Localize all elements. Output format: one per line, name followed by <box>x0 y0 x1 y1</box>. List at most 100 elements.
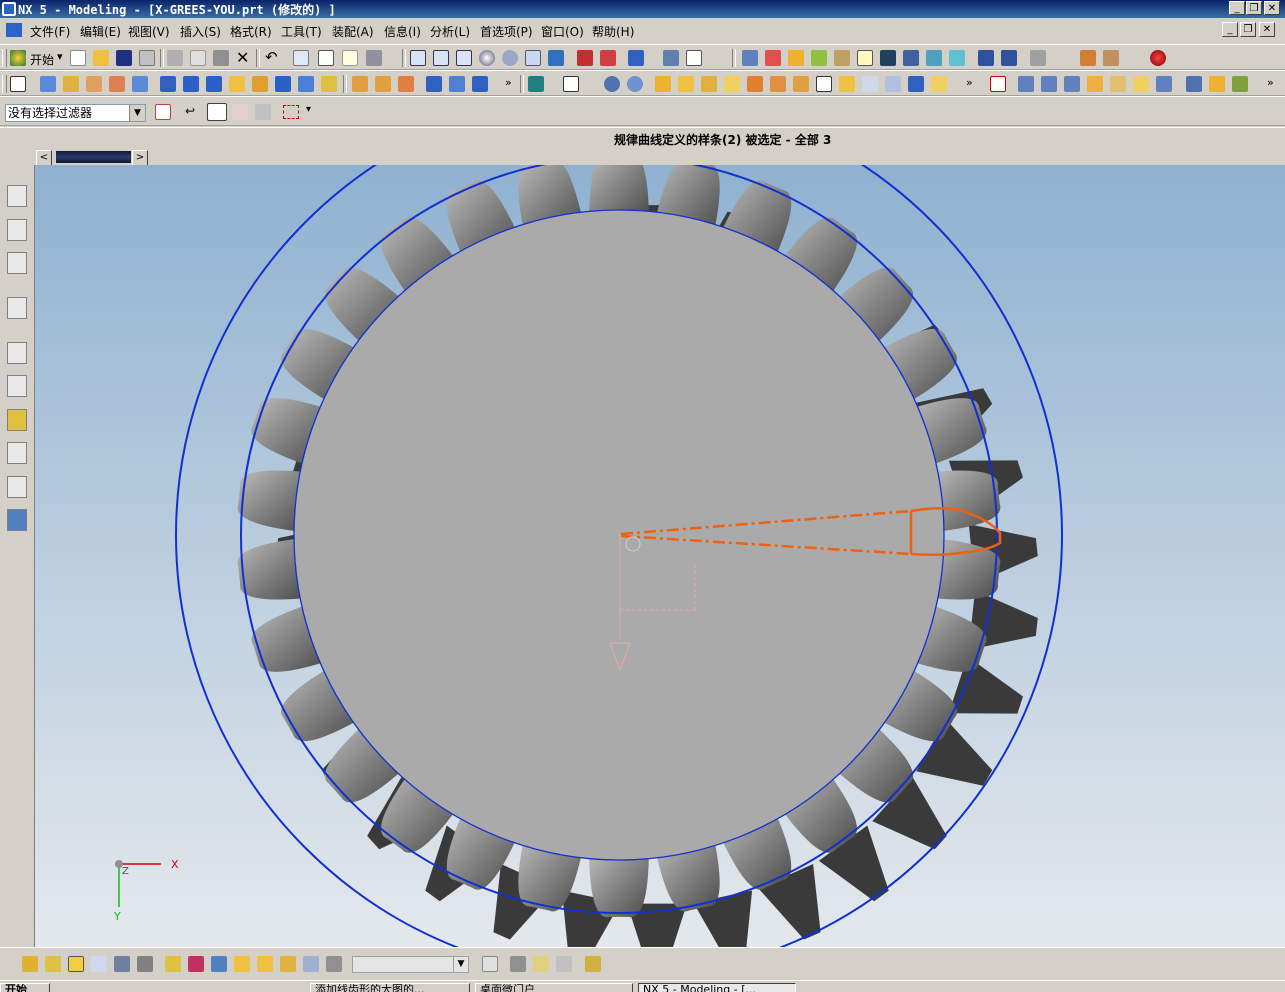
information-icon[interactable] <box>318 50 334 66</box>
snap-mid-icon[interactable] <box>257 956 273 972</box>
restore-icon[interactable]: ❐ <box>1246 1 1262 15</box>
boss-icon[interactable] <box>183 76 199 92</box>
block-icon[interactable] <box>132 76 148 92</box>
menu-tools[interactable]: 工具(T) <box>281 23 322 40</box>
project-curve-icon[interactable] <box>816 76 832 92</box>
n-sided-icon[interactable] <box>1110 76 1126 92</box>
analysis-icon[interactable] <box>926 50 942 66</box>
copy-to-layer-icon[interactable] <box>533 956 549 972</box>
bounded-plane-icon[interactable] <box>1133 76 1149 92</box>
thicken-icon[interactable] <box>1209 76 1225 92</box>
wcs-dynamics-icon[interactable] <box>45 956 61 972</box>
part-navigator-icon[interactable] <box>7 219 27 241</box>
snap-end-icon[interactable] <box>234 956 250 972</box>
studio-spline-icon[interactable] <box>701 76 717 92</box>
history-icon[interactable] <box>7 342 27 364</box>
point-constructor-icon[interactable] <box>165 956 181 972</box>
doc-restore-icon[interactable]: ❐ <box>1240 22 1256 37</box>
command-finder-icon[interactable] <box>366 50 382 66</box>
doc-close-icon[interactable]: ✕ <box>1259 22 1275 37</box>
split-body-icon[interactable] <box>449 76 465 92</box>
toolbar-more-icon-2[interactable]: » <box>966 76 973 89</box>
roles-icon[interactable] <box>7 476 27 498</box>
pocket-icon[interactable] <box>206 76 222 92</box>
chevron-down-icon[interactable]: ▼ <box>453 957 468 972</box>
gear-hub-face[interactable] <box>294 210 944 860</box>
wrap-curve-icon[interactable] <box>931 76 947 92</box>
point-set-icon[interactable] <box>627 76 643 92</box>
toolbar-more-icon-3[interactable]: » <box>1267 76 1274 89</box>
menu-help[interactable]: 帮助(H) <box>592 23 634 40</box>
move-object-icon[interactable] <box>811 50 827 66</box>
extrude-icon[interactable] <box>40 76 56 92</box>
assembly-nav-icon[interactable] <box>978 50 994 66</box>
layer-settings-icon[interactable] <box>788 50 804 66</box>
slot-icon[interactable] <box>252 76 268 92</box>
magnify-icon[interactable] <box>479 50 495 66</box>
revolve-icon[interactable] <box>63 76 79 92</box>
selection-scope-icon[interactable] <box>155 104 171 120</box>
doc-minimize-icon[interactable]: _ <box>1222 22 1238 37</box>
gear-tooth[interactable] <box>589 851 649 918</box>
perspective-icon[interactable] <box>548 50 564 66</box>
swept-surface-icon[interactable] <box>1064 76 1080 92</box>
title-bar[interactable]: NX 5 - Modeling - [X-GREES-YOU.prt (修改的)… <box>0 0 1285 18</box>
shell-icon[interactable] <box>398 76 414 92</box>
edge-blend-icon[interactable] <box>352 76 368 92</box>
fit-icon[interactable] <box>410 50 426 66</box>
layer-settings-icon[interactable] <box>482 956 498 972</box>
type-filter-select[interactable]: 没有选择过滤器 ▼ <box>5 104 146 122</box>
studio-icon[interactable] <box>880 50 896 66</box>
copy-icon[interactable] <box>190 50 206 66</box>
intersection-curve-icon[interactable] <box>839 76 855 92</box>
join-curve-icon[interactable] <box>908 76 924 92</box>
high-quality-image-icon[interactable] <box>903 50 919 66</box>
arc-icon[interactable] <box>678 76 694 92</box>
edit-object-display-icon[interactable] <box>765 50 781 66</box>
start-dropdown-icon[interactable]: ▾ <box>57 50 63 63</box>
subtract-icon[interactable] <box>321 76 337 92</box>
line-icon[interactable] <box>655 76 671 92</box>
sweep-icon[interactable] <box>86 76 102 92</box>
rotate-icon[interactable] <box>502 50 518 66</box>
unite-icon[interactable] <box>298 76 314 92</box>
section-curve-icon[interactable] <box>862 76 878 92</box>
law-curve-icon[interactable] <box>747 76 763 92</box>
show-hide-icon[interactable] <box>742 50 758 66</box>
cut-icon[interactable] <box>167 50 183 66</box>
offset-curve-icon[interactable] <box>770 76 786 92</box>
toolbar-grip[interactable] <box>2 49 7 67</box>
snap-point-icon[interactable] <box>303 956 319 972</box>
menu-view[interactable]: 视图(V) <box>128 23 170 40</box>
snap-icon[interactable] <box>1030 50 1046 66</box>
chamfer-icon[interactable] <box>375 76 391 92</box>
graphics-viewport[interactable]: X Z Y <box>35 165 1285 947</box>
menu-edit[interactable]: 编辑(E) <box>80 23 121 40</box>
wcs-rotate-icon[interactable] <box>68 956 84 972</box>
repeat-command-icon[interactable] <box>293 50 309 66</box>
tube-icon[interactable] <box>109 76 125 92</box>
menu-analysis[interactable]: 分析(L) <box>430 23 470 40</box>
work-layer-select[interactable]: ▼ <box>352 956 469 973</box>
chevron-down-icon[interactable]: ▼ <box>129 105 145 121</box>
wcs-origin-icon[interactable] <box>22 956 38 972</box>
menu-insert[interactable]: 插入(S) <box>180 23 221 40</box>
applications-icon[interactable] <box>1150 50 1166 66</box>
general-selection-icon[interactable] <box>207 103 227 121</box>
doc-menu-icon[interactable] <box>6 23 22 37</box>
open-icon[interactable] <box>93 50 109 66</box>
back-arrow-icon[interactable]: ↩ <box>185 104 195 118</box>
reuse-library-icon[interactable] <box>7 252 27 274</box>
tools-icon[interactable] <box>326 956 342 972</box>
new-file-icon[interactable] <box>70 50 86 66</box>
system-materials-icon[interactable] <box>7 375 27 397</box>
save-icon[interactable] <box>116 50 132 66</box>
through-curves-icon[interactable] <box>1018 76 1034 92</box>
wcs-display-icon[interactable] <box>137 956 153 972</box>
layer-category-icon[interactable] <box>585 956 601 972</box>
scroll-right-icon[interactable]: > <box>132 150 148 166</box>
background-icon[interactable] <box>686 50 702 66</box>
bridge-curve-icon[interactable] <box>793 76 809 92</box>
datum-plane-icon[interactable] <box>563 76 579 92</box>
point-icon[interactable] <box>604 76 620 92</box>
